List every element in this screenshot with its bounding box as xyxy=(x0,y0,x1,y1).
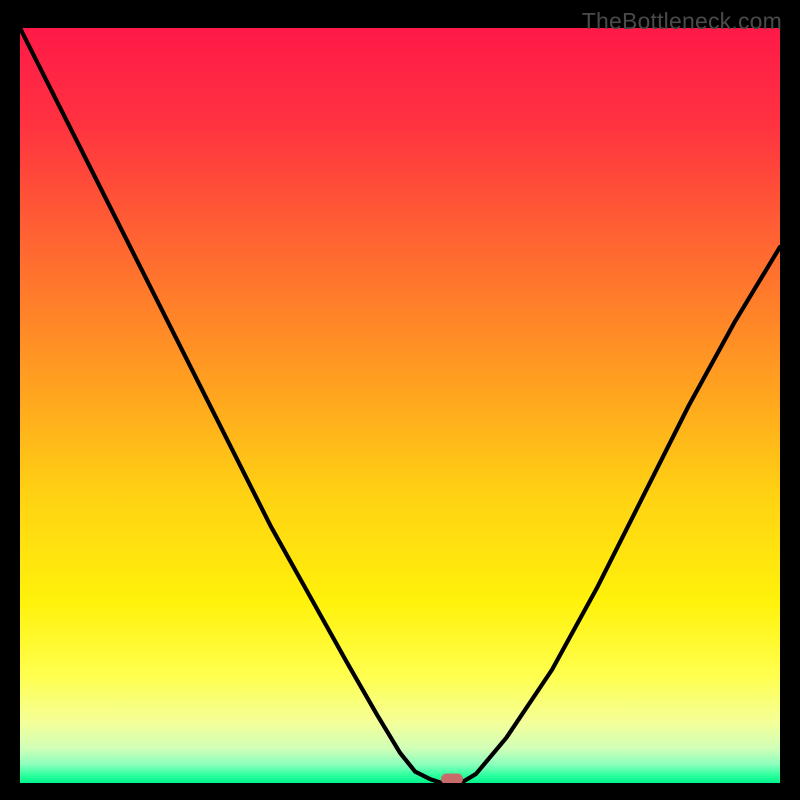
chart-frame: TheBottleneck.com xyxy=(0,0,800,800)
plot-area xyxy=(20,28,780,783)
watermark-text: TheBottleneck.com xyxy=(582,8,782,35)
optimal-marker xyxy=(441,774,463,783)
bottleneck-curve xyxy=(20,28,780,783)
